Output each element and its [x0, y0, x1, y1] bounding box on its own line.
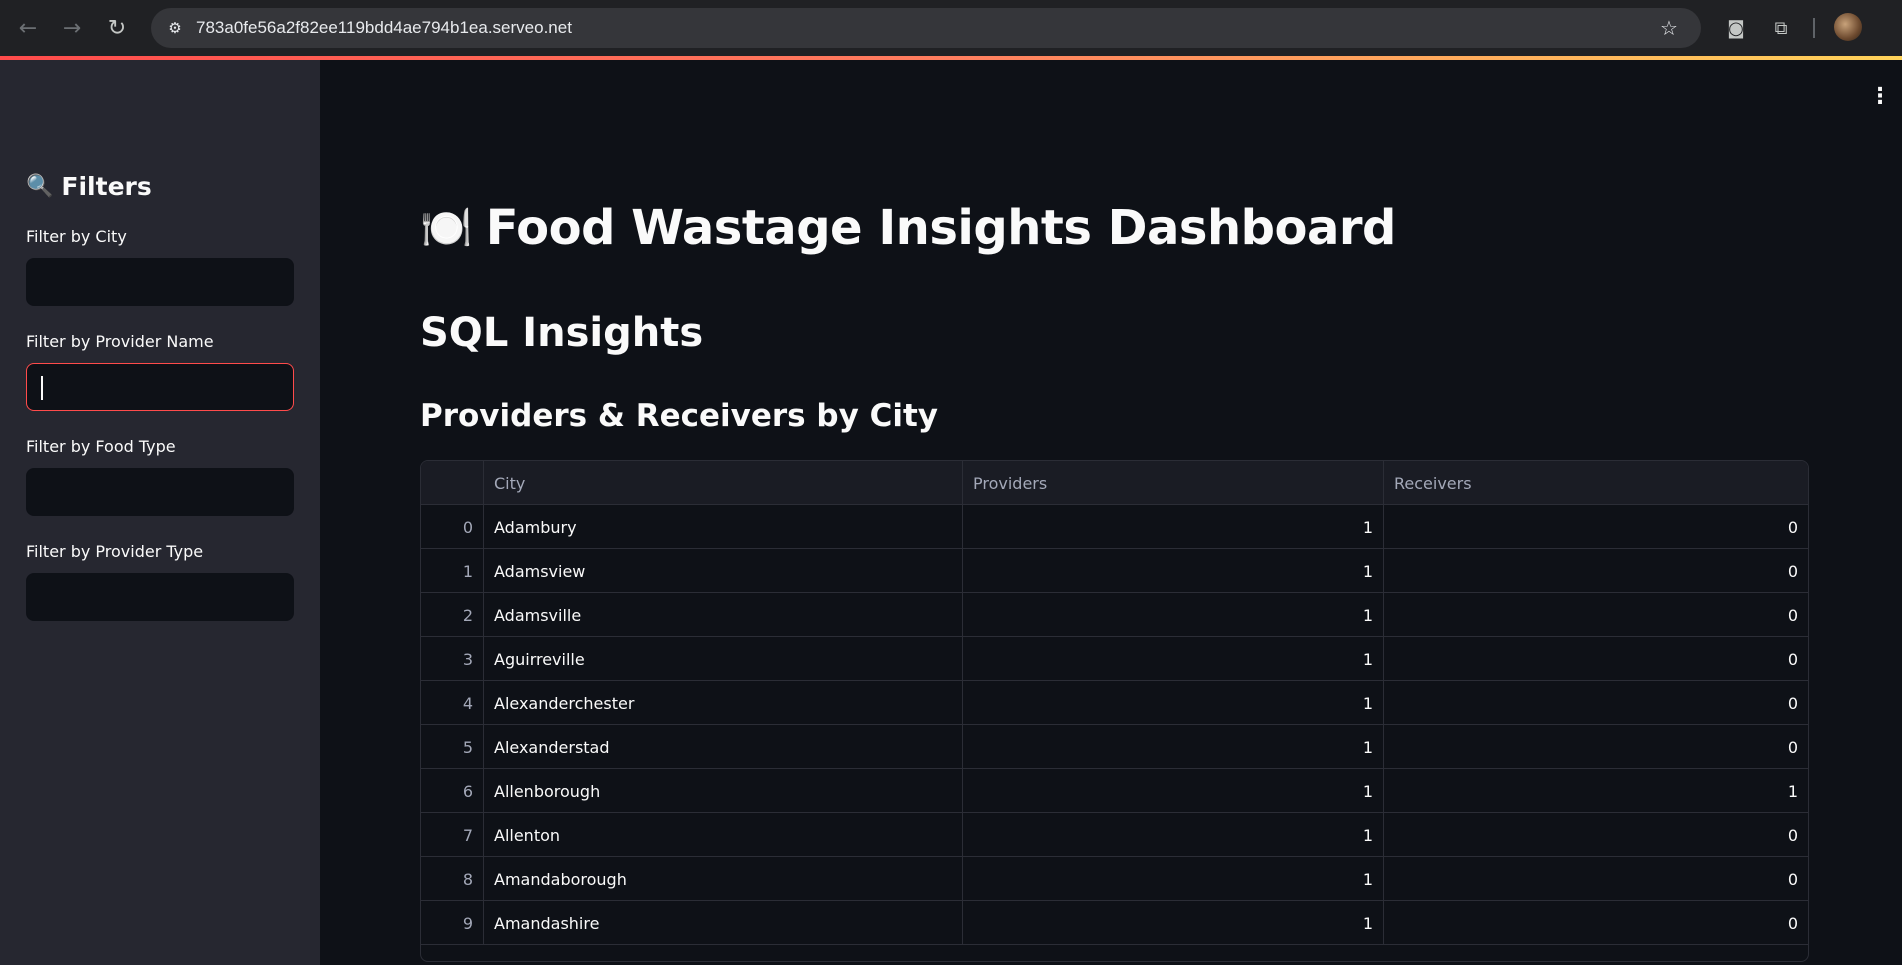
table-row[interactable]: 0 Adambury 1 0	[421, 505, 1808, 549]
row-index: 7	[421, 813, 484, 857]
providers-cell[interactable]: 1	[963, 637, 1384, 681]
filter-provider-name-label: Filter by Provider Name	[26, 332, 214, 351]
providers-cell[interactable]: 1	[963, 593, 1384, 637]
bookmark-star-icon[interactable]: ☆	[1655, 14, 1683, 42]
table-row[interactable]: 8 Amandaborough 1 0	[421, 857, 1808, 901]
table-row[interactable]: 2 Adamsville 1 0	[421, 593, 1808, 637]
row-index: 2	[421, 593, 484, 637]
filter-provider-type-label: Filter by Provider Type	[26, 542, 204, 561]
table-row[interactable]: 7 Allenton 1 0	[421, 813, 1808, 857]
table-row[interactable]: 5 Alexanderstad 1 0	[421, 725, 1808, 769]
table-row[interactable]: 3 Aguirreville 1 0	[421, 637, 1808, 681]
profile-avatar[interactable]	[1834, 13, 1862, 41]
row-index: 1	[421, 549, 484, 593]
receivers-cell[interactable]: 0	[1384, 725, 1808, 769]
extensions-puzzle-icon[interactable]: ⧉	[1765, 12, 1797, 44]
index-column-header[interactable]	[421, 461, 484, 505]
providers-cell[interactable]: 1	[963, 505, 1384, 549]
city-cell[interactable]: Adambury	[484, 505, 963, 549]
row-index: 8	[421, 857, 484, 901]
providers-cell[interactable]: 1	[963, 813, 1384, 857]
magnifier-icon: 🔍	[26, 174, 54, 199]
table-row[interactable]: 4 Alexanderchester 1 0	[421, 681, 1808, 725]
city-cell[interactable]: Allenton	[484, 813, 963, 857]
receivers-column-header[interactable]: Receivers	[1384, 461, 1808, 505]
site-info-icon[interactable]: ⚙	[161, 14, 189, 42]
filter-city-label: Filter by City	[26, 227, 127, 246]
row-index: 6	[421, 769, 484, 813]
text-caret	[41, 376, 43, 400]
city-cell[interactable]: Alexanderchester	[484, 681, 963, 725]
city-cell[interactable]: Amandaborough	[484, 857, 963, 901]
url-text[interactable]: 783a0fe56a2f82ee119bdd4ae794b1ea.serveo.…	[196, 18, 572, 38]
row-index: 5	[421, 725, 484, 769]
city-cell[interactable]: Amandashire	[484, 901, 963, 945]
filter-food-type-label: Filter by Food Type	[26, 437, 176, 456]
providers-column-header[interactable]: Providers	[963, 461, 1384, 505]
providers-cell[interactable]: 1	[963, 901, 1384, 945]
sidebar-title-text: Filters	[61, 172, 152, 201]
receivers-cell[interactable]: 0	[1384, 901, 1808, 945]
providers-cell[interactable]: 1	[963, 857, 1384, 901]
main-menu-kebab-icon[interactable]: ⋮	[1869, 84, 1891, 109]
city-cell[interactable]: Adamsville	[484, 593, 963, 637]
table-header-row: City Providers Receivers	[421, 461, 1808, 505]
address-bar[interactable]: ⚙ 783a0fe56a2f82ee119bdd4ae794b1ea.serve…	[151, 8, 1701, 48]
providers-cell[interactable]: 1	[963, 769, 1384, 813]
table-row[interactable]: 9 Amandashire 1 0	[421, 901, 1808, 945]
filter-provider-name-input[interactable]	[26, 363, 294, 411]
row-index: 9	[421, 901, 484, 945]
forward-arrow-icon[interactable]: →	[56, 12, 88, 44]
city-cell[interactable]: Aguirreville	[484, 637, 963, 681]
city-cell[interactable]: Alexanderstad	[484, 725, 963, 769]
page-title: 🍽️ Food Wastage Insights Dashboard	[420, 200, 1396, 256]
browser-toolbar: ← → ↻ ⚙ 783a0fe56a2f82ee119bdd4ae794b1ea…	[0, 0, 1902, 56]
providers-cell[interactable]: 1	[963, 549, 1384, 593]
receivers-cell[interactable]: 0	[1384, 813, 1808, 857]
plate-cutlery-icon: 🍽️	[420, 203, 472, 252]
toolbar-divider	[1813, 18, 1815, 38]
table-row[interactable]: 6 Allenborough 1 1	[421, 769, 1808, 813]
table-row[interactable]: 1 Adamsview 1 0	[421, 549, 1808, 593]
back-arrow-icon[interactable]: ←	[12, 12, 44, 44]
providers-cell[interactable]: 1	[963, 725, 1384, 769]
receivers-cell[interactable]: 0	[1384, 593, 1808, 637]
sidebar-title: 🔍 Filters	[26, 172, 152, 201]
reload-icon[interactable]: ↻	[101, 12, 133, 44]
city-cell[interactable]: Adamsview	[484, 549, 963, 593]
filter-provider-type-input[interactable]	[26, 573, 294, 621]
city-cell[interactable]: Allenborough	[484, 769, 963, 813]
camera-icon[interactable]: ◙	[1720, 12, 1752, 44]
row-index: 4	[421, 681, 484, 725]
receivers-cell[interactable]: 0	[1384, 637, 1808, 681]
providers-cell[interactable]: 1	[963, 681, 1384, 725]
receivers-cell[interactable]: 0	[1384, 505, 1808, 549]
row-index: 3	[421, 637, 484, 681]
receivers-cell[interactable]: 0	[1384, 857, 1808, 901]
receivers-cell[interactable]: 0	[1384, 681, 1808, 725]
providers-receivers-table[interactable]: City Providers Receivers 0 Adambury 1 0 …	[420, 460, 1809, 962]
receivers-cell[interactable]: 0	[1384, 549, 1808, 593]
page-title-text: Food Wastage Insights Dashboard	[485, 200, 1397, 256]
sidebar: 🔍 Filters Filter by City Filter by Provi…	[0, 60, 320, 965]
section-title: SQL Insights	[420, 310, 704, 356]
receivers-cell[interactable]: 1	[1384, 769, 1808, 813]
row-index: 0	[421, 505, 484, 549]
city-column-header[interactable]: City	[484, 461, 963, 505]
filter-food-type-input[interactable]	[26, 468, 294, 516]
table-title: Providers & Receivers by City	[420, 398, 938, 434]
filter-city-input[interactable]	[26, 258, 294, 306]
